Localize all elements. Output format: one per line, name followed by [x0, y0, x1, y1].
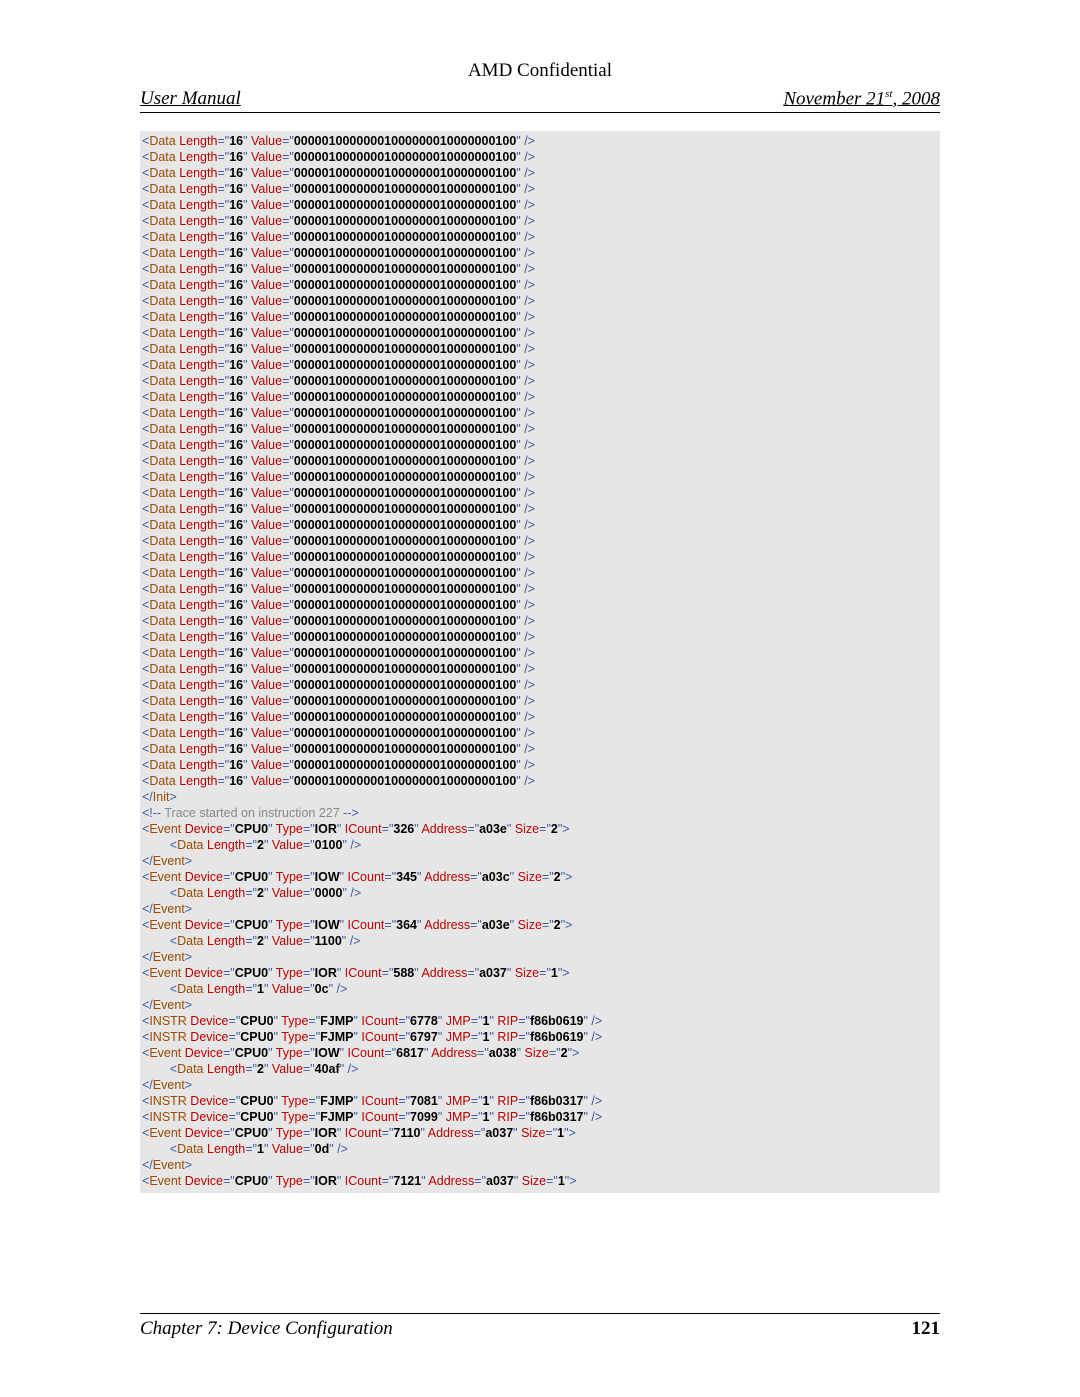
footer-chapter: Chapter 7: Device Configuration — [140, 1318, 393, 1340]
page-header: User Manual November 21st, 2008 — [140, 88, 940, 113]
header-left: User Manual — [140, 88, 241, 110]
header-date-prefix: November 21 — [783, 88, 885, 109]
xml-code-block: <Data Length="16" Value="000001000000010… — [140, 131, 940, 1193]
document-page: AMD Confidential User Manual November 21… — [0, 0, 1080, 1380]
confidential-label: AMD Confidential — [140, 60, 940, 82]
header-date-suffix: , 2008 — [893, 88, 941, 109]
footer-page-number: 121 — [912, 1318, 941, 1340]
page-footer: Chapter 7: Device Configuration 121 — [140, 1313, 940, 1340]
header-date-sup: st — [885, 88, 892, 100]
header-right: November 21st, 2008 — [783, 88, 940, 110]
